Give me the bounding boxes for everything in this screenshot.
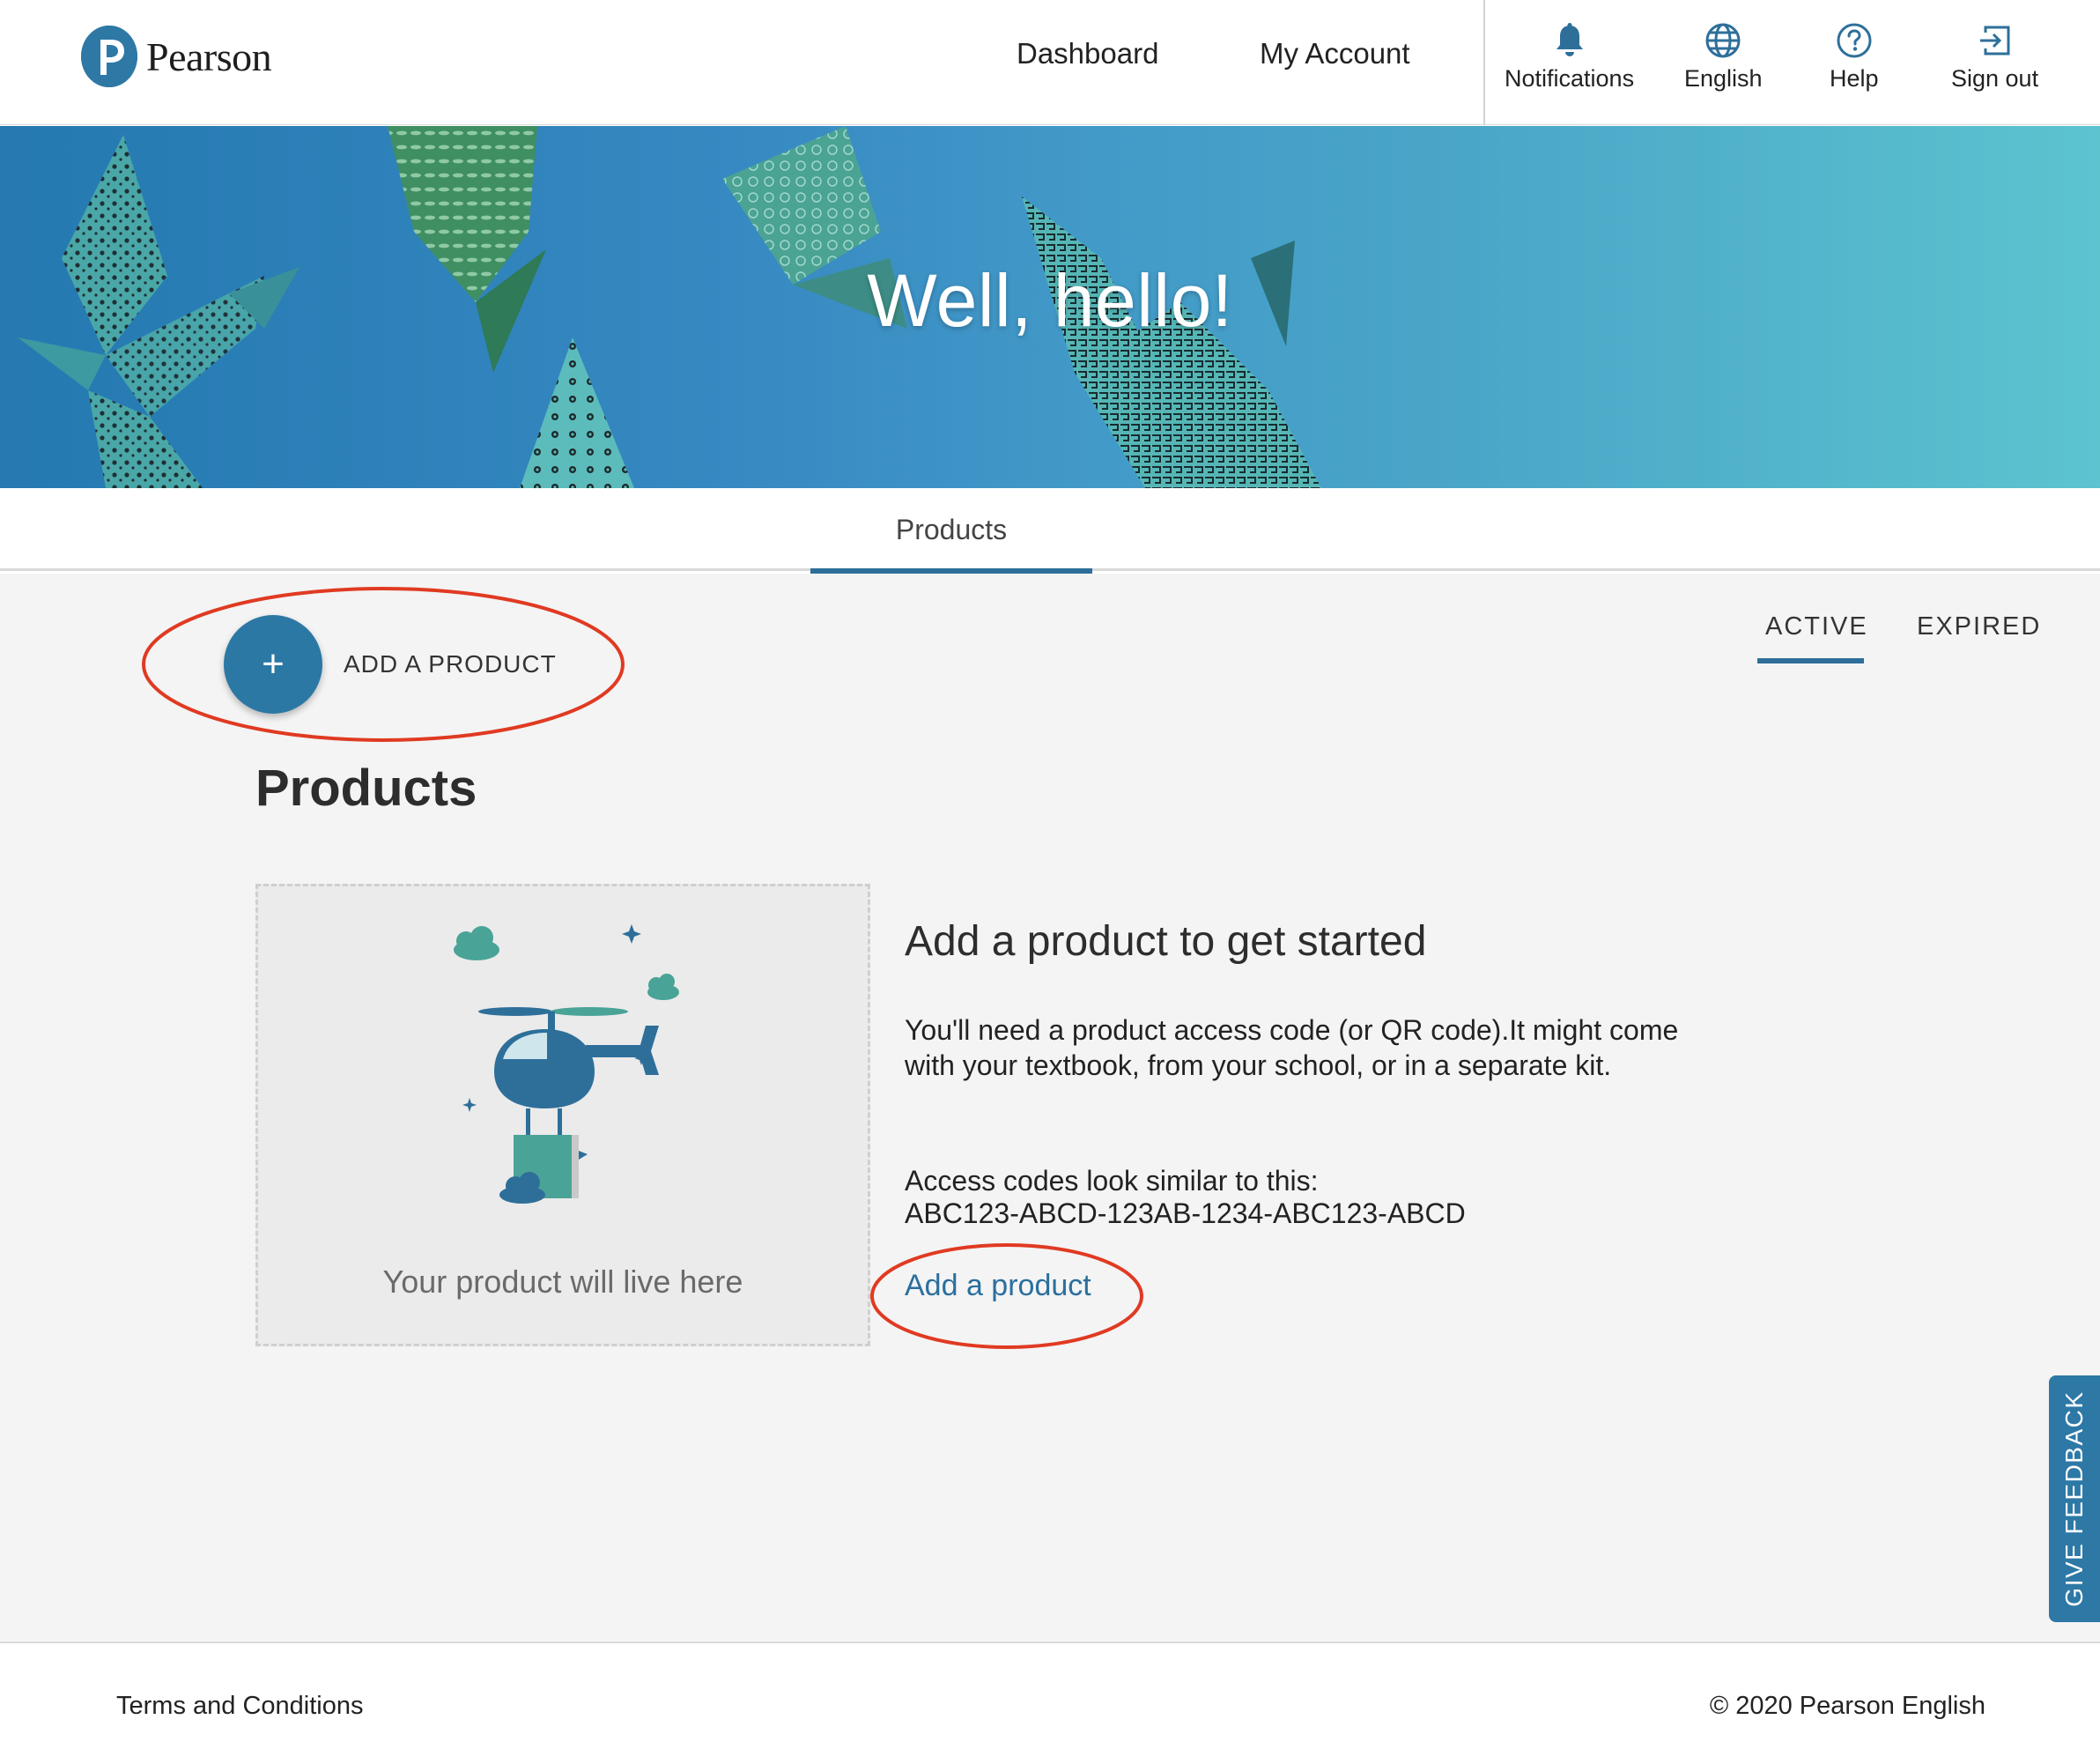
sign-out-label: Sign out (1951, 65, 2039, 92)
products-heading: Products (255, 760, 477, 817)
sign-out-icon (1976, 21, 2015, 60)
question-circle-icon (1835, 21, 1874, 60)
notifications-label: Notifications (1505, 65, 1635, 92)
tab-products[interactable]: Products (810, 488, 1092, 574)
get-started-panel: Add a product to get started You'll need… (905, 917, 1733, 1302)
filter-expired[interactable]: EXPIRED (1917, 612, 2041, 641)
get-started-title: Add a product to get started (905, 918, 1427, 965)
add-product-button[interactable]: + ADD A PRODUCT (224, 615, 557, 714)
filter-active[interactable]: ACTIVE (1765, 612, 1868, 641)
access-code-intro: Access codes look similar to this: (905, 1165, 1319, 1197)
access-code-description: You'll need a product access code (or QR… (905, 1014, 1679, 1081)
globe-icon (1704, 21, 1742, 60)
page-footer: Terms and Conditions © 2020 Pearson Engl… (0, 1642, 2100, 1764)
hero-greeting: Well, hello! (867, 259, 1233, 342)
access-code-example: ABC123-ABCD-123AB-1234-ABC123-ABCD (905, 1197, 1466, 1229)
terms-link[interactable]: Terms and Conditions (116, 1692, 363, 1721)
section-tabs: Products (0, 488, 2100, 574)
sign-out-button[interactable]: Sign out (1951, 21, 2038, 93)
header-divider (1483, 0, 1485, 125)
nav-my-account[interactable]: My Account (1260, 37, 1410, 70)
products-main: + ADD A PRODUCT ACTIVE EXPIRED Products (0, 574, 2100, 1642)
give-feedback-label: GIVE FEEDBACK (2060, 1390, 2088, 1607)
notifications-button[interactable]: Notifications (1505, 21, 1634, 93)
empty-product-card: Your product will live here (255, 884, 870, 1346)
top-header: Pearson Dashboard My Account Notificatio… (0, 0, 2100, 125)
hero-banner: Well, hello! (0, 126, 2100, 488)
bell-icon (1550, 21, 1589, 60)
brand-name: Pearson (146, 33, 272, 79)
pearson-logo[interactable]: Pearson (81, 25, 272, 88)
language-button[interactable]: English (1684, 21, 1763, 93)
active-filter-indicator (1757, 658, 1864, 663)
pearson-logo-icon (81, 26, 137, 87)
placeholder-caption: Your product will live here (382, 1264, 743, 1300)
helicopter-illustration (454, 924, 679, 1204)
add-product-button-label: ADD A PRODUCT (344, 650, 557, 678)
language-label: English (1684, 65, 1763, 92)
plus-icon: + (224, 615, 322, 714)
add-product-link[interactable]: Add a product (905, 1269, 1091, 1303)
give-feedback-tab[interactable]: GIVE FEEDBACK (2049, 1375, 2100, 1622)
help-button[interactable]: Help (1830, 21, 1879, 93)
copyright-text: © 2020 Pearson English (1709, 1692, 1985, 1720)
nav-dashboard[interactable]: Dashboard (1017, 37, 1158, 70)
help-label: Help (1830, 65, 1879, 92)
